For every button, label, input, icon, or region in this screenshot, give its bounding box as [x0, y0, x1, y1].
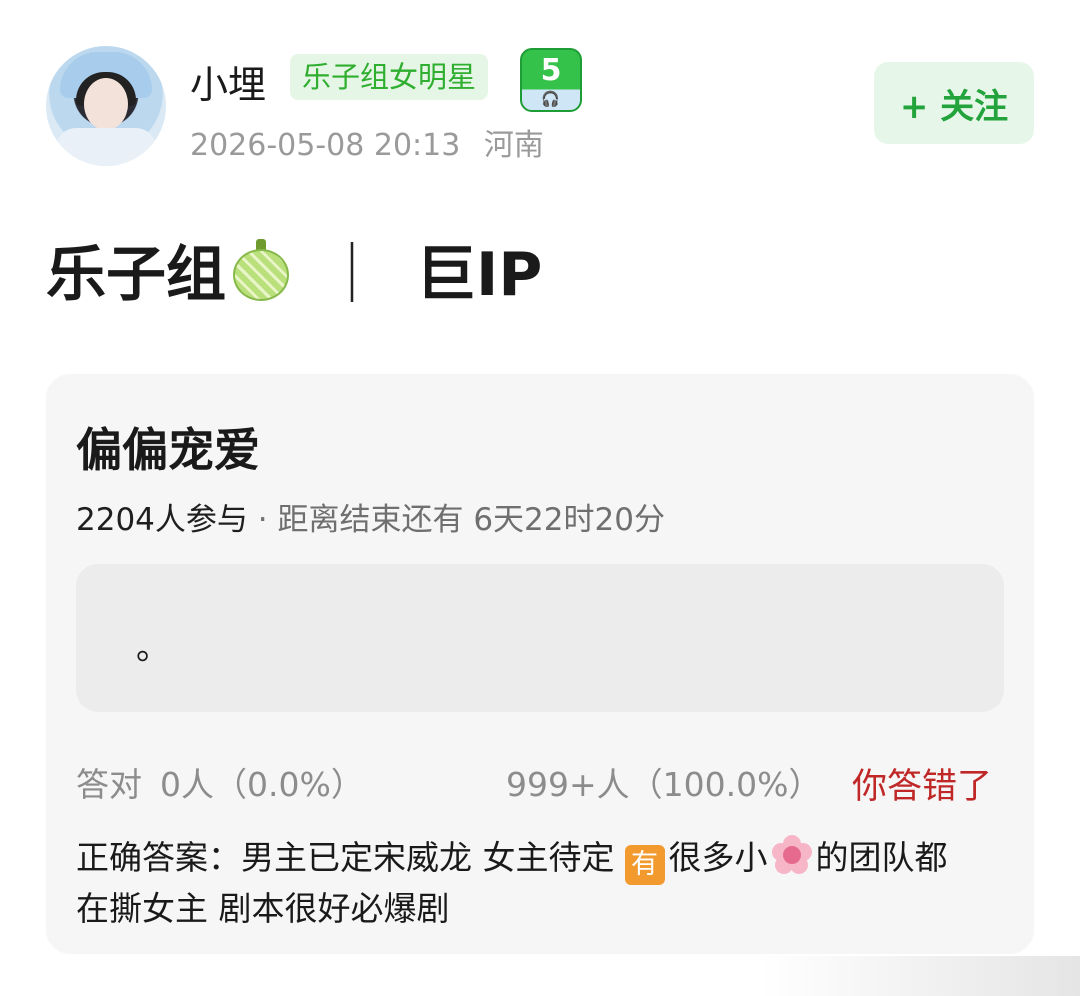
poll-participants: 2204人参与	[76, 502, 248, 538]
poll-correct-answer: 正确答案：男主已定宋威龙 女主待定有很多小 的团队都在撕女主 剧本很好必爆剧	[76, 834, 976, 933]
author-tag: 乐子组女明星	[290, 54, 489, 100]
poll-result: 你答错了	[852, 767, 993, 807]
post-meta: 2026-05-08 20:13 河南	[190, 120, 544, 164]
author-name[interactable]: 小埋	[190, 54, 266, 109]
you-badge-icon: 有	[624, 845, 665, 885]
poll-deadline: 距离结束还有 6天22时20分	[277, 502, 665, 538]
bottom-fade	[760, 956, 1080, 996]
avatar-face	[84, 78, 128, 130]
poll-option-text: 。	[136, 628, 170, 668]
cherry-blossom-icon	[771, 835, 812, 875]
poll-correct-label: 答对	[76, 765, 142, 804]
poll-wrong-count: 999+人（100.0%）	[506, 765, 822, 804]
level-badge-icon: 5 🎧	[520, 48, 582, 112]
poll-card: 偏偏宠爱 2204人参与 · 距离结束还有 6天22时20分 。 答对 0人（0.…	[46, 374, 1034, 954]
melon-icon	[230, 238, 292, 301]
post-title-separator: ｜	[322, 240, 382, 310]
post-title-prefix: 乐子组	[46, 240, 226, 310]
headphones-icon: 🎧	[541, 90, 560, 108]
post-title: 乐子组 ｜ 巨IP	[46, 226, 542, 313]
poll-meta: 2204人参与 · 距离结束还有 6天22时20分	[76, 494, 665, 539]
poll-correct-count: 0人（0.0%）	[160, 765, 364, 804]
answer-text-1: 正确答案：男主已定宋威龙 女主待定	[76, 838, 615, 877]
author-avatar[interactable]	[46, 46, 166, 166]
poll-correct-stat: 答对 0人（0.0%）	[76, 758, 364, 806]
avatar-scarf	[56, 128, 156, 166]
answer-text-2: 很多小	[668, 838, 768, 877]
follow-button[interactable]: + 关注	[874, 62, 1034, 144]
post-time: 2026-05-08 20:13	[190, 128, 461, 163]
post-location: 河南	[483, 128, 544, 163]
poll-title: 偏偏宠爱	[76, 423, 260, 477]
poll-option[interactable]: 。	[76, 564, 1004, 712]
post-title-suffix: 巨IP	[416, 240, 543, 310]
level-number: 5	[540, 53, 562, 88]
poll-meta-dot: ·	[247, 502, 278, 538]
